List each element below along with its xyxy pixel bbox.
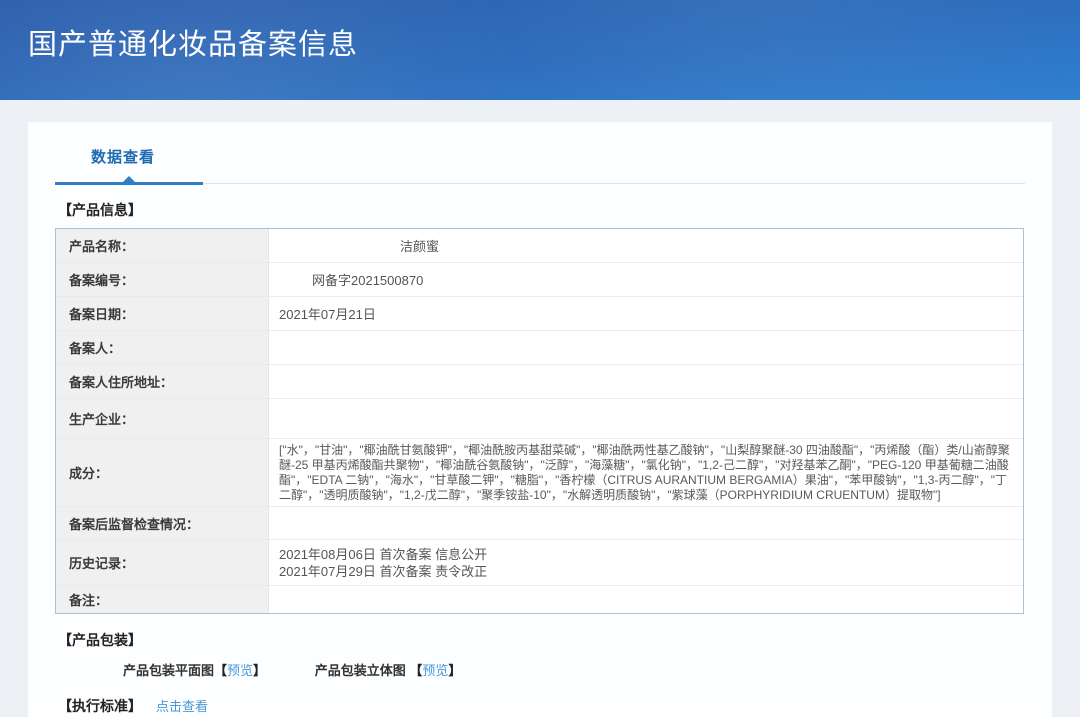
table-row: 产品名称： 洁颜蜜 bbox=[56, 229, 1023, 263]
tab-data-view[interactable]: 数据查看 bbox=[91, 146, 155, 167]
packaging-flat-preview-link[interactable]: 预览 bbox=[227, 663, 253, 678]
section-product-package: 【产品包装】 bbox=[58, 630, 1025, 650]
page-title: 国产普通化妆品备案信息 bbox=[28, 21, 358, 63]
row-value bbox=[269, 507, 1023, 539]
page-banner: 国产普通化妆品备案信息 bbox=[0, 0, 1080, 100]
row-value: 2021年08月06日 首次备案 信息公开 2021年07月29日 首次备案 责… bbox=[269, 540, 1023, 585]
table-row: 生产企业： bbox=[56, 399, 1023, 439]
packaging-stereo-label: 产品包装立体图 bbox=[315, 663, 410, 678]
row-label: 备案后监督检查情况： bbox=[56, 507, 269, 539]
product-info-table: 产品名称： 洁颜蜜 备案编号： 网备字2021500870 备案日期： 2021… bbox=[55, 228, 1024, 614]
row-label: 备案日期： bbox=[56, 297, 269, 330]
table-row: 备注： bbox=[56, 586, 1023, 613]
row-value: 洁颜蜜 bbox=[269, 229, 1023, 262]
bracket-open: 【 bbox=[409, 663, 422, 678]
row-value bbox=[269, 586, 1023, 613]
row-label: 产品名称： bbox=[56, 229, 269, 262]
active-tab-underline bbox=[55, 182, 203, 185]
row-label: 备案编号： bbox=[56, 263, 269, 296]
content-card: 数据查看 【产品信息】 产品名称： 洁颜蜜 备案编号： 网备字202150087… bbox=[28, 122, 1052, 717]
row-label: 历史记录： bbox=[56, 540, 269, 585]
row-label: 生产企业： bbox=[56, 399, 269, 438]
row-value: 2021年07月21日 bbox=[269, 297, 1023, 330]
packaging-links-row: 产品包装平面图【预览】 产品包装立体图 【预览】 bbox=[123, 660, 1025, 679]
table-row: 备案人： bbox=[56, 331, 1023, 365]
row-label: 备注： bbox=[56, 586, 269, 613]
row-value: 网备字2021500870 bbox=[269, 263, 1023, 296]
section-product-info: 【产品信息】 bbox=[58, 200, 1025, 220]
bracket-close: 】 bbox=[253, 663, 266, 678]
bracket-close: 】 bbox=[448, 663, 461, 678]
table-row: 备案编号： 网备字2021500870 bbox=[56, 263, 1023, 297]
standard-view-link[interactable]: 点击查看 bbox=[156, 699, 208, 714]
row-value bbox=[269, 399, 1023, 438]
packaging-flat-group: 产品包装平面图【预览】 bbox=[123, 660, 266, 679]
tab-bar: 数据查看 bbox=[55, 122, 1025, 184]
row-value bbox=[269, 365, 1023, 398]
section-standard: 【执行标准】 bbox=[58, 698, 142, 714]
active-tab-caret-icon bbox=[122, 176, 136, 183]
standard-row: 【执行标准】点击查看 bbox=[58, 696, 1025, 716]
table-row: 备案人住所地址： bbox=[56, 365, 1023, 399]
row-value bbox=[269, 331, 1023, 364]
row-label: 备案人住所地址： bbox=[56, 365, 269, 398]
table-row: 备案后监督检查情况： bbox=[56, 507, 1023, 540]
row-label: 成分： bbox=[56, 439, 269, 506]
packaging-stereo-group: 产品包装立体图 【预览】 bbox=[315, 660, 462, 679]
packaging-flat-label: 产品包装平面图 bbox=[123, 663, 214, 678]
table-row: 成分： ["水"，"甘油"，"椰油酰甘氨酸钾"，"椰油酰胺丙基甜菜碱"，"椰油酰… bbox=[56, 439, 1023, 507]
table-row: 备案日期： 2021年07月21日 bbox=[56, 297, 1023, 331]
packaging-stereo-preview-link[interactable]: 预览 bbox=[422, 663, 448, 678]
row-label: 备案人： bbox=[56, 331, 269, 364]
bracket-open: 【 bbox=[214, 663, 227, 678]
row-value: ["水"，"甘油"，"椰油酰甘氨酸钾"，"椰油酰胺丙基甜菜碱"，"椰油酰两性基乙… bbox=[269, 439, 1023, 506]
table-row: 历史记录： 2021年08月06日 首次备案 信息公开 2021年07月29日 … bbox=[56, 540, 1023, 586]
